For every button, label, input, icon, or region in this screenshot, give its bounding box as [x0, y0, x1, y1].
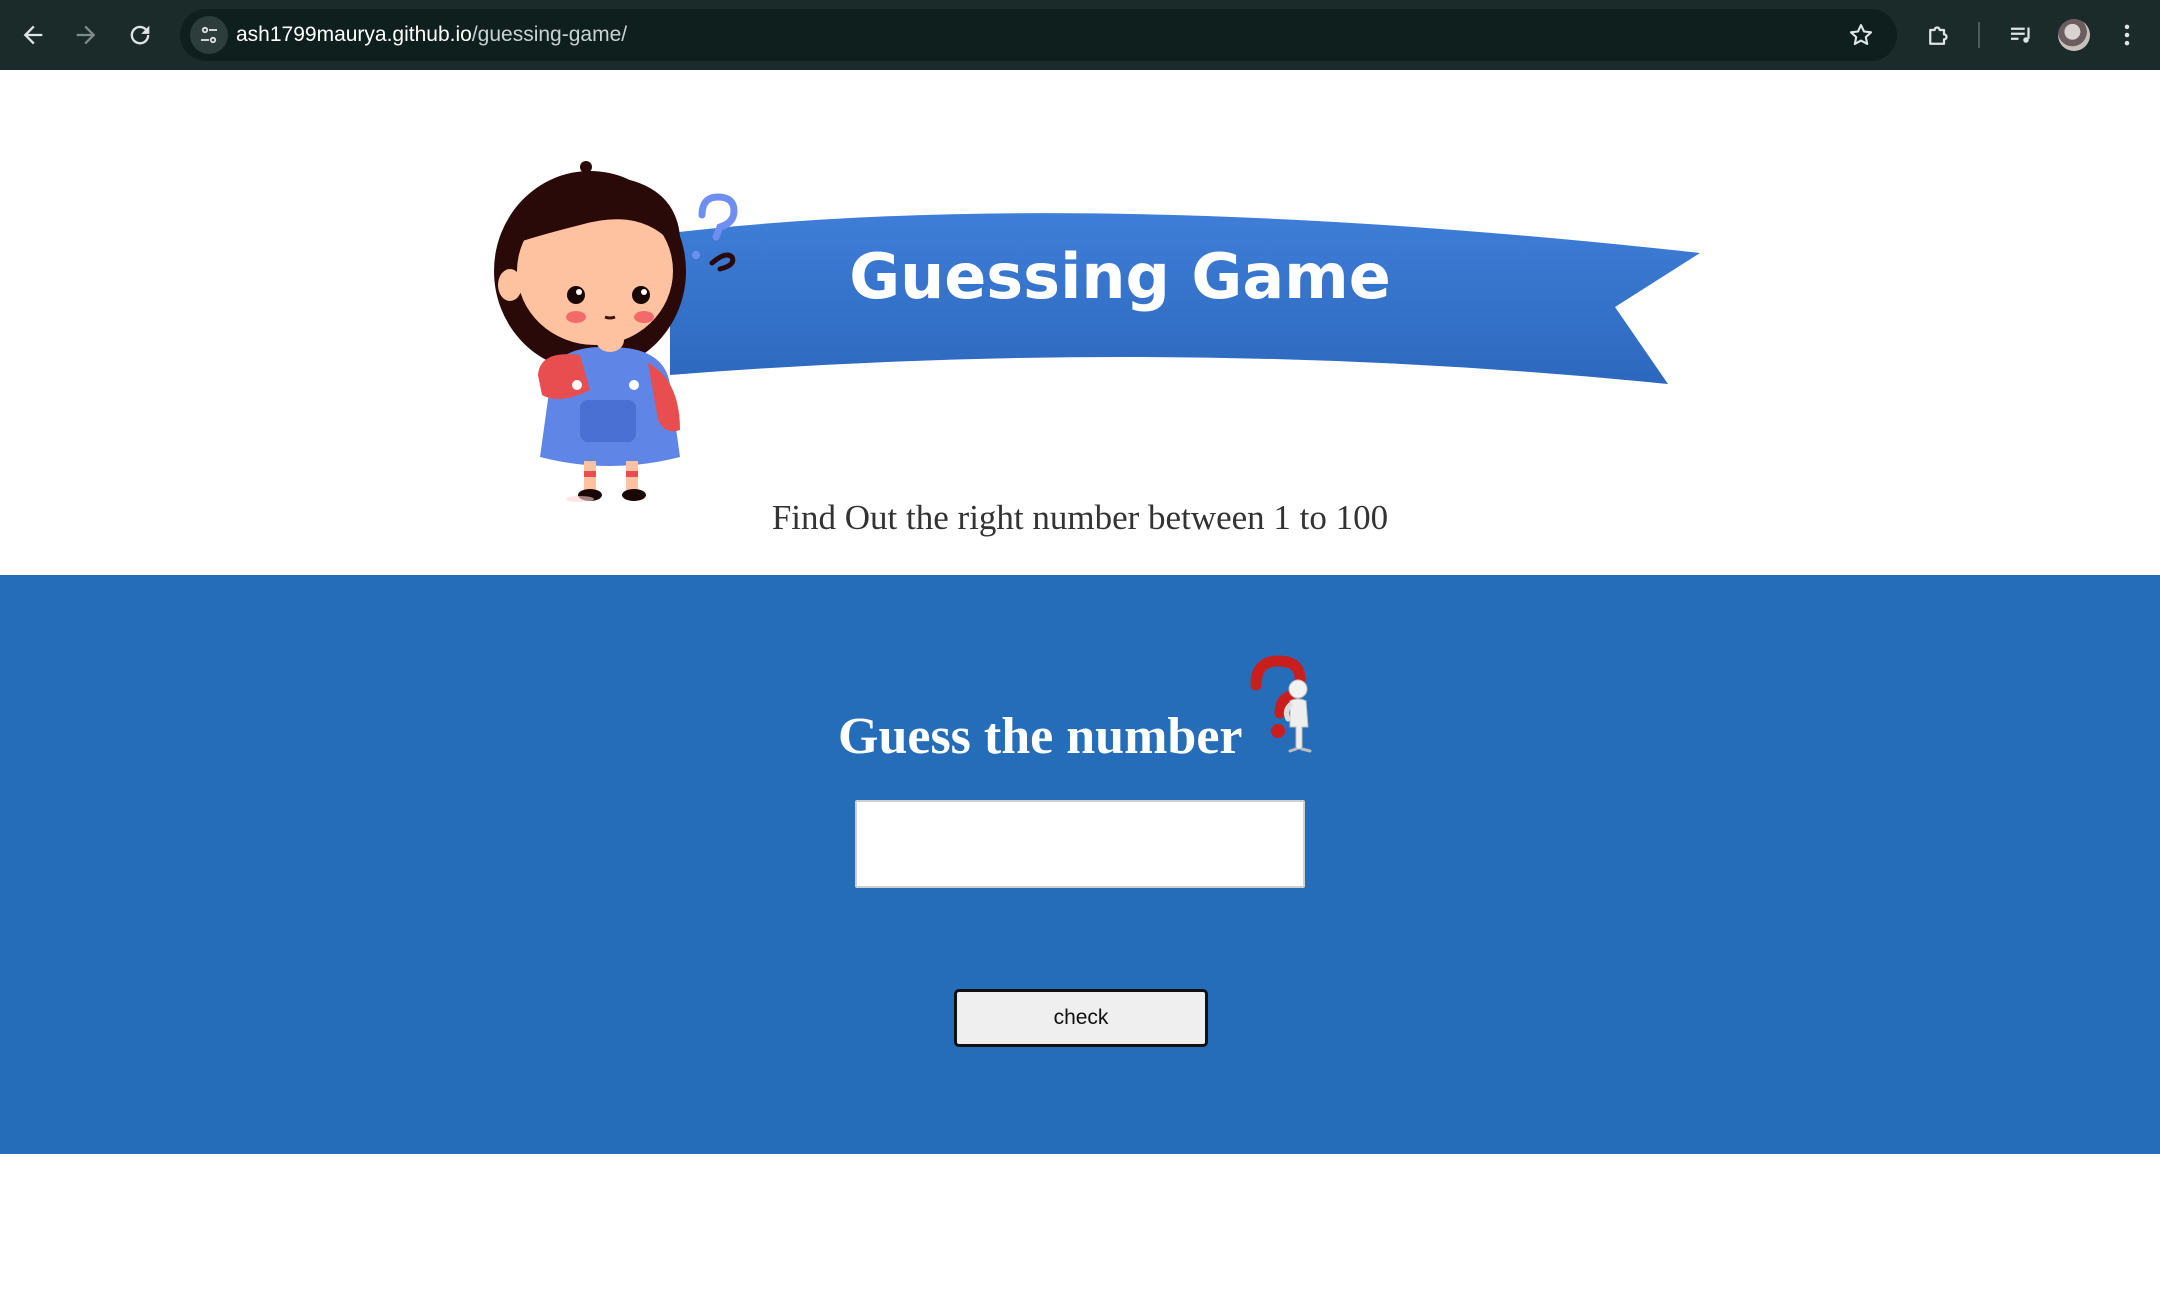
extensions-button[interactable] [1918, 14, 1960, 56]
forward-button[interactable] [65, 14, 107, 56]
star-icon [1849, 24, 1873, 46]
arrow-right-icon [76, 25, 96, 45]
game-section: Guess the number check [0, 575, 2160, 1154]
girl-illustration [494, 161, 686, 502]
arrow-left-icon [23, 25, 43, 45]
puzzle-icon [1929, 26, 1948, 45]
tune-icon [201, 26, 217, 44]
avatar[interactable] [2058, 19, 2090, 51]
kebab-menu-icon [2124, 24, 2130, 46]
page-title: Guessing Game [849, 240, 1391, 313]
url-text[interactable]: ash1799maurya.github.io/guessing-game/ [236, 9, 627, 61]
page: Guessing Game Find Out the right number … [0, 70, 2160, 1308]
url-host: ash1799maurya.github.io [236, 23, 472, 46]
thinking-person-question-icon [1250, 655, 1312, 753]
menu-button[interactable] [2106, 14, 2148, 56]
reload-button[interactable] [119, 14, 161, 56]
toolbar-divider [1978, 22, 1980, 48]
guess-heading: Guess the number [838, 708, 1243, 765]
guess-input[interactable] [855, 800, 1305, 888]
check-button[interactable]: check [954, 989, 1208, 1047]
site-info-button[interactable] [190, 16, 228, 54]
page-subtitle: Find Out the right number between 1 to 1… [771, 498, 1389, 537]
browser-toolbar: ash1799maurya.github.io/guessing-game/ [0, 0, 2160, 70]
reload-icon [130, 25, 150, 45]
back-button[interactable] [12, 14, 54, 56]
address-bar[interactable]: ash1799maurya.github.io/guessing-game/ [180, 9, 1897, 61]
media-button[interactable] [2000, 14, 2042, 56]
url-path: /guessing-game/ [471, 23, 628, 46]
media-queue-icon [2011, 27, 2030, 43]
bookmark-button[interactable] [1845, 19, 1877, 51]
